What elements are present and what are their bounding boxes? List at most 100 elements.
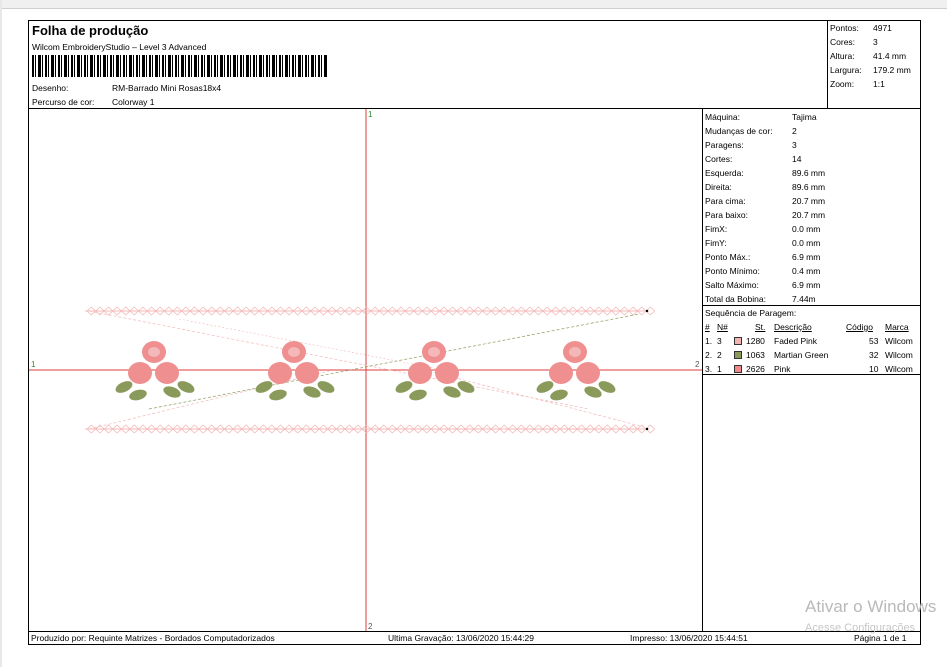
rose-petal [549, 362, 573, 384]
leaf [129, 389, 147, 401]
rose-highlight [569, 347, 581, 357]
info-label: Para baixo: [705, 210, 748, 220]
activation-watermark: Ativar o Windows [805, 597, 937, 616]
stat-label: Zoom: [830, 79, 855, 89]
color-swatch [734, 351, 742, 359]
rose-highlight [148, 347, 160, 357]
col-header-brand: Marca [885, 322, 909, 332]
leaf [255, 381, 273, 393]
sheet-header: Folha de produção Wilcom EmbroideryStudi… [29, 21, 828, 109]
seq-num: 3. [705, 364, 713, 374]
produced-by: Produzido por: Requinte Matrizes - Borda… [31, 633, 275, 643]
seq-description: Faded Pink [774, 336, 817, 346]
travel-stitch [428, 370, 645, 428]
info-value: 20.7 mm [792, 196, 826, 206]
seq-brand: Wilcom [885, 336, 913, 346]
stat-value: 179.2 mm [873, 65, 911, 75]
info-label: Cortes: [705, 154, 733, 164]
rose-highlight [428, 347, 440, 357]
seq-num: 2. [705, 350, 713, 360]
design-canvas: 1 2 1 2 [29, 109, 703, 631]
seq-code: 10 [869, 364, 879, 374]
machine-info-panel: Máquina: Tajima Mudanças de cor: 2 Parag… [703, 109, 920, 306]
window-left-edge [0, 0, 2, 667]
col-header-st: St. [755, 322, 766, 332]
info-label: Mudanças de cor: [705, 126, 773, 136]
rose-petal [408, 362, 432, 384]
seq-nnum: 2 [717, 350, 722, 360]
leaf [409, 389, 427, 401]
info-value: 20.7 mm [792, 210, 826, 220]
seq-st: 2626 [746, 364, 765, 374]
printed-date: Impresso: 13/06/2020 15:44:51 [630, 633, 748, 643]
seq-description: Martian Green [774, 350, 829, 360]
stop-sequence-panel: Sequência de Paragem: # N# St. Descrição… [703, 306, 920, 375]
design-label: Desenho: [32, 83, 69, 93]
stat-value: 4971 [873, 23, 892, 33]
leaf [115, 381, 133, 393]
info-label: Salto Máximo: [705, 280, 759, 290]
page-number: Página 1 de 1 [854, 633, 907, 643]
production-sheet: Folha de produção Wilcom EmbroideryStudi… [28, 20, 921, 645]
embroidery-preview: 1 2 1 2 [29, 109, 702, 631]
axis-marker-top: 1 [368, 110, 373, 119]
stitch-end-point [645, 309, 649, 313]
info-value: 6.9 mm [792, 252, 821, 262]
info-value: 0.4 mm [792, 266, 821, 276]
travel-stitch [88, 370, 330, 430]
rose-highlight [288, 347, 300, 357]
col-header-description: Descrição [774, 322, 812, 332]
rose-petal [576, 362, 600, 384]
info-value: 89.6 mm [792, 168, 826, 178]
page-title: Folha de produção [32, 23, 149, 38]
window-top-edge [0, 0, 947, 9]
axis-marker-bottom: 2 [368, 622, 373, 631]
col-header-code: Código [846, 322, 873, 332]
rose-petal [268, 362, 292, 384]
info-label: Esquerda: [705, 168, 744, 178]
col-header-num: # [705, 322, 710, 332]
info-label: Paragens: [705, 140, 744, 150]
info-value: 7.44m [792, 294, 816, 304]
rose-petal [128, 362, 152, 384]
info-label: FimX: [705, 224, 728, 234]
info-label: FimY: [705, 238, 727, 248]
info-value: Tajima [792, 112, 817, 122]
stat-value: 1:1 [873, 79, 885, 89]
leaf [536, 381, 554, 393]
activation-watermark-sub: Acesse Configurações [805, 622, 916, 634]
info-label: Direita: [705, 182, 732, 192]
info-value: 2 [792, 126, 797, 136]
colorway-value: Colorway 1 [112, 97, 155, 107]
leaf [395, 381, 413, 393]
seq-nnum: 3 [717, 336, 722, 346]
sequence-title: Sequência de Paragem: [705, 308, 797, 318]
rose-petal [155, 362, 179, 384]
seq-st: 1280 [746, 336, 765, 346]
color-swatch [734, 365, 742, 373]
seq-code: 32 [869, 350, 879, 360]
axis-marker-left: 1 [31, 360, 36, 369]
color-swatch [734, 337, 742, 345]
stitch-end-point [645, 427, 649, 431]
info-label: Ponto Mínimo: [705, 266, 760, 276]
info-label: Máquina: [705, 112, 740, 122]
colorway-label: Percurso de cor: [32, 97, 95, 107]
info-value: 0.0 mm [792, 224, 821, 234]
seq-st: 1063 [746, 350, 765, 360]
last-saved: Ultima Gravação: 13/06/2020 15:44:29 [388, 633, 535, 643]
seq-code: 53 [869, 336, 879, 346]
seq-description: Pink [774, 364, 791, 374]
info-value: 89.6 mm [792, 182, 826, 192]
seq-brand: Wilcom [885, 350, 913, 360]
stat-label: Largura: [830, 65, 862, 75]
stat-value: 41.4 mm [873, 51, 907, 61]
rose-petal [295, 362, 319, 384]
sheet-footer: Produzido por: Requinte Matrizes - Borda… [29, 631, 920, 644]
info-value: 14 [792, 154, 802, 164]
design-stats: Pontos: 4971 Cores: 3 Altura: 41.4 mm La… [828, 21, 920, 109]
stat-label: Cores: [830, 37, 856, 47]
col-header-nnum: N# [717, 322, 728, 332]
seq-brand: Wilcom [885, 364, 913, 374]
axis-marker-right: 2 [695, 360, 700, 369]
